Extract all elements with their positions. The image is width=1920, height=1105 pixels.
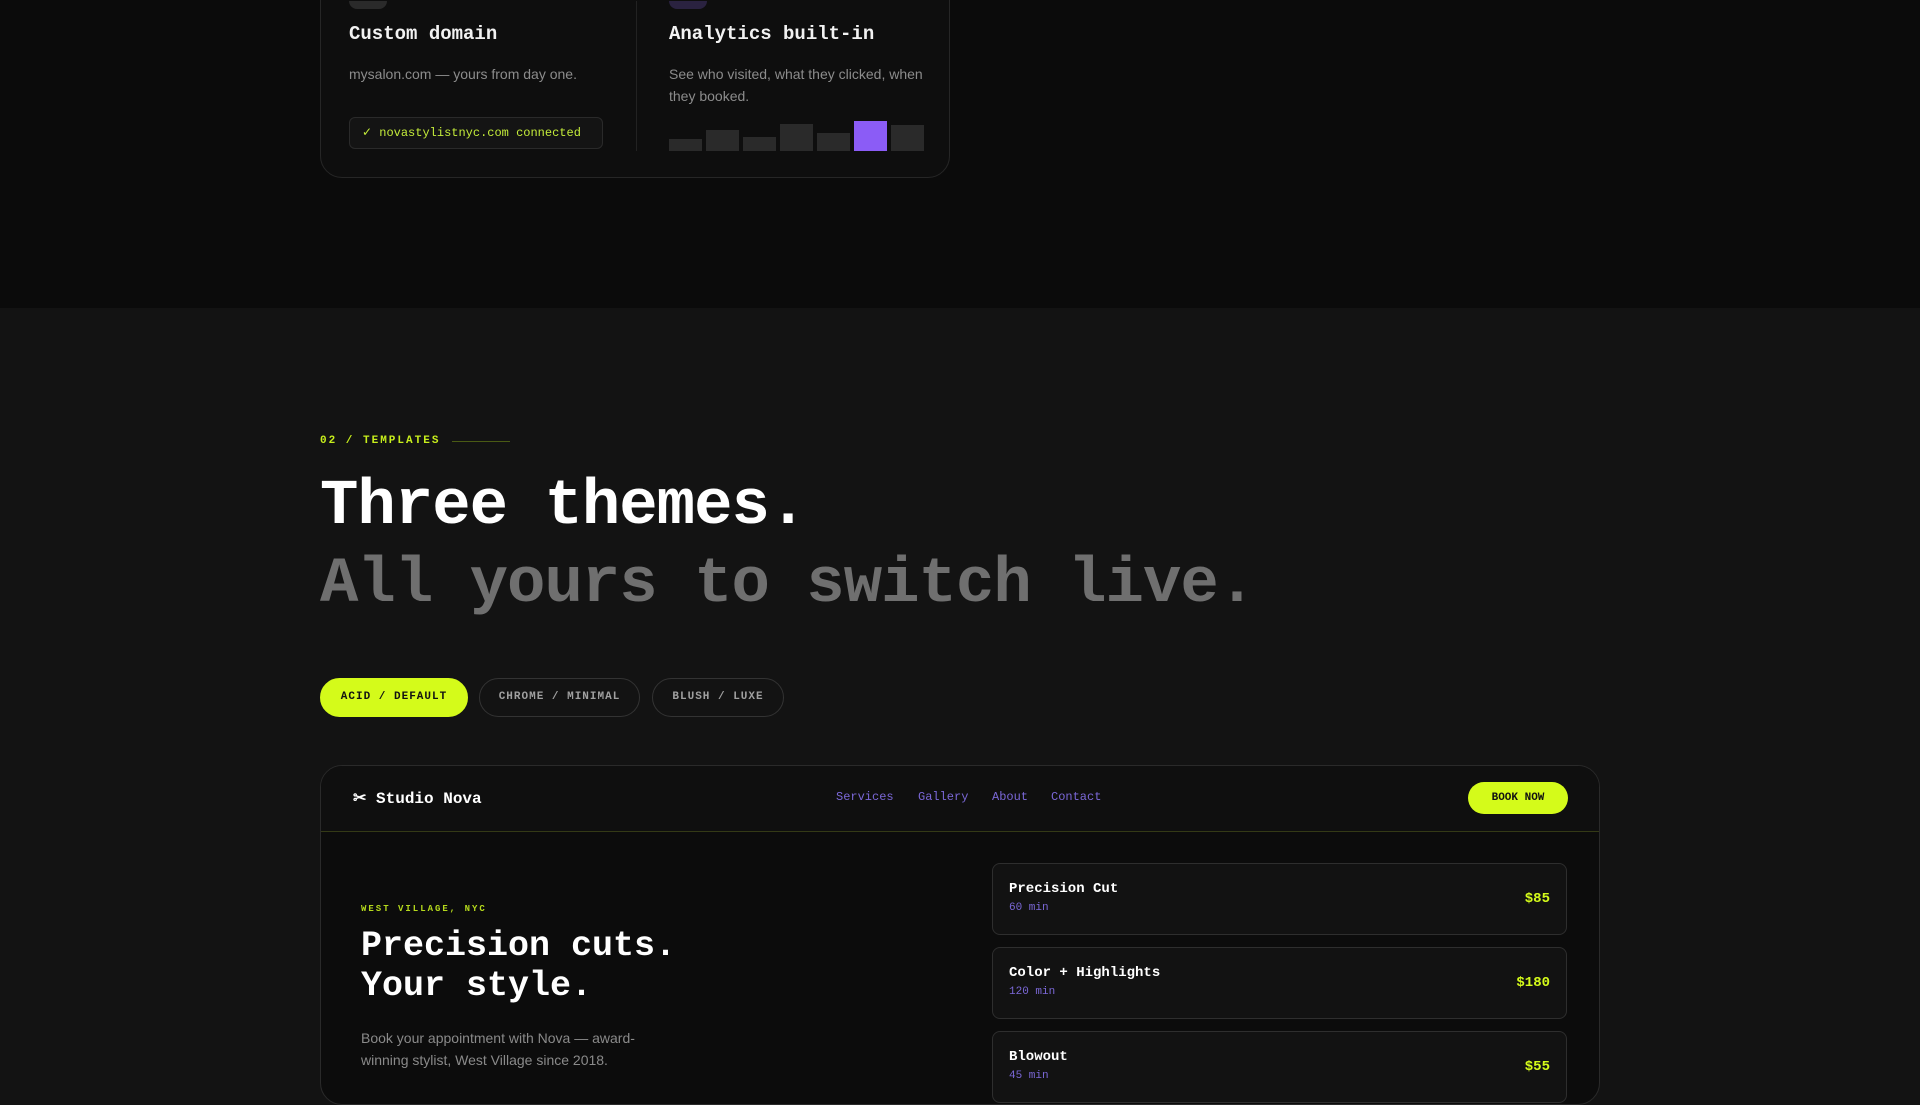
section-subheadline: All yours to switch live. xyxy=(320,549,1256,621)
book-now-button[interactable]: BOOK NOW xyxy=(1468,782,1568,814)
feature-title: Analytics built-in xyxy=(669,23,875,45)
feature-description: See who visited, what they clicked, when… xyxy=(669,66,923,104)
feature-divider xyxy=(636,1,637,151)
nav-link-gallery[interactable]: Gallery xyxy=(918,790,968,804)
service-price: $180 xyxy=(1516,975,1550,991)
service-duration: 60 min xyxy=(1009,902,1049,914)
service-name: Color + Highlights xyxy=(1009,965,1161,981)
preview-headline-line: Your style. xyxy=(361,966,593,1006)
analytics-bar xyxy=(891,125,924,151)
analytics-icon xyxy=(669,1,707,9)
feature-description: mysalon.com — yours from day one. xyxy=(349,66,577,82)
preview-headline-line: Precision cuts. xyxy=(361,926,677,966)
preview-headline: Precision cuts. Your style. xyxy=(361,926,676,1006)
analytics-bar xyxy=(669,139,702,151)
service-card[interactable]: Color + Highlights 120 min $180 xyxy=(992,947,1567,1019)
features-section: Custom domain mysalon.com — yours from d… xyxy=(0,0,1920,308)
analytics-bar xyxy=(854,121,887,151)
preview-navbar: ✂ Studio Nova Services Gallery About Con… xyxy=(321,766,1599,832)
section-eyebrow: 02 / TEMPLATES xyxy=(320,435,441,447)
analytics-mini-chart xyxy=(669,121,925,151)
service-price: $85 xyxy=(1524,891,1550,907)
feature-title: Custom domain xyxy=(349,23,498,45)
service-card[interactable]: Blowout 45 min $55 xyxy=(992,1031,1567,1103)
service-duration: 45 min xyxy=(1009,1070,1049,1082)
service-name: Blowout xyxy=(1009,1049,1068,1065)
nav-link-contact[interactable]: Contact xyxy=(1051,790,1101,804)
tab-acid-default[interactable]: ACID / DEFAULT xyxy=(320,678,468,717)
theme-preview: ✂ Studio Nova Services Gallery About Con… xyxy=(320,765,1600,1105)
eyebrow-divider xyxy=(452,441,510,442)
section-headline: Three themes. xyxy=(320,471,807,543)
domain-icon xyxy=(349,1,387,9)
service-duration: 120 min xyxy=(1009,986,1056,998)
tab-blush-luxe[interactable]: BLUSH / LUXE xyxy=(652,678,784,717)
preview-description: Book your appointment with Nova — award-… xyxy=(361,1030,635,1068)
feature-card: Custom domain mysalon.com — yours from d… xyxy=(320,0,950,178)
analytics-bar xyxy=(780,124,813,151)
domain-connected-badge: ✓ novastylistnyc.com connected xyxy=(349,117,603,149)
preview-location: WEST VILLAGE, NYC xyxy=(361,904,487,914)
analytics-bar xyxy=(706,130,739,151)
analytics-bar xyxy=(743,137,776,151)
service-card[interactable]: Precision Cut 60 min $85 xyxy=(992,863,1567,935)
tab-chrome-minimal[interactable]: CHROME / MINIMAL xyxy=(479,678,640,717)
service-name: Precision Cut xyxy=(1009,881,1119,897)
service-price: $55 xyxy=(1524,1059,1550,1075)
nav-link-about[interactable]: About xyxy=(992,790,1028,804)
nav-link-services[interactable]: Services xyxy=(836,790,894,804)
preview-brand[interactable]: ✂ Studio Nova xyxy=(353,788,482,808)
analytics-bar xyxy=(817,133,850,151)
